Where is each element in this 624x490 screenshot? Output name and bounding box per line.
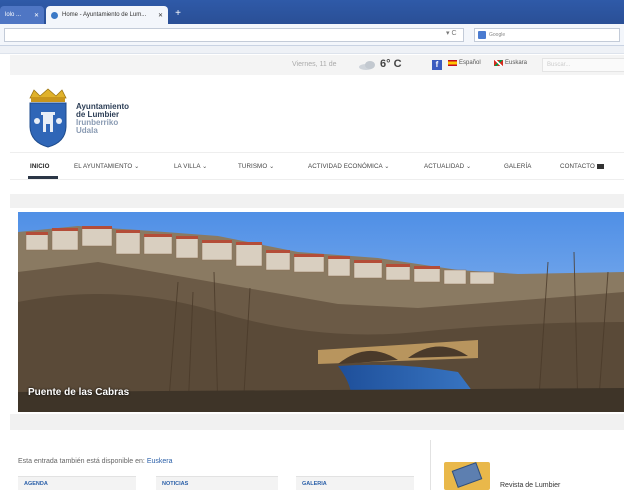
logo-text[interactable]: Ayuntamiento de Lumbier Irunberriko Udal… (76, 103, 129, 135)
logo-line: Udala (76, 126, 98, 135)
search-placeholder: Buscar... (547, 62, 571, 68)
temperature: 6° C (380, 58, 402, 70)
nav-label: EL AYUNTAMIENTO (74, 163, 133, 170)
nav-item-villa[interactable]: LA VILLA ⌄ (174, 163, 207, 170)
language-notice: Esta entrada también está disponible en:… (18, 458, 173, 465)
nav-item-ayuntamiento[interactable]: EL AYUNTAMIENTO ⌄ (74, 163, 139, 170)
nav-label: LA VILLA (174, 163, 201, 170)
site-search-input[interactable]: Buscar... ⚲ (542, 58, 624, 72)
new-tab-button[interactable]: + (172, 8, 184, 20)
language-label: Euskara (505, 60, 528, 66)
book-icon (451, 462, 483, 488)
nav-label: TURISMO (238, 163, 268, 170)
box-title: AGENDA (24, 481, 48, 487)
search-engine-icon[interactable] (478, 31, 486, 39)
envelope-icon (596, 163, 604, 169)
browser-tab[interactable]: lolo ... ✕ (0, 6, 44, 24)
agenda-box[interactable]: AGENDA (18, 476, 136, 490)
language-label: Español (459, 60, 481, 66)
nav-label: ACTIVIDAD ECONÓMICA (308, 163, 383, 170)
separator-strip (10, 414, 624, 430)
box-title: NOTICIAS (162, 481, 189, 487)
nav-item-contacto[interactable]: CONTACTO (560, 163, 604, 170)
nav-label: ACTUALIDAD (424, 163, 465, 170)
date-text: Viernes, 11 de (292, 61, 337, 68)
column-divider (430, 440, 431, 490)
spain-flag-icon (448, 60, 457, 66)
tab-title: lolo ... (5, 12, 22, 18)
euskera-link[interactable]: Euskera (147, 458, 173, 465)
language-eu[interactable]: Euskara (494, 60, 527, 66)
browser-search-placeholder: Google (489, 32, 506, 38)
browser-tab-active[interactable]: Home - Ayuntamiento de Lum... ✕ (46, 6, 168, 24)
address-bar-area: ▾ C Google (0, 24, 624, 46)
nav-item-actividad[interactable]: ACTIVIDAD ECONÓMICA ⌄ (308, 163, 390, 170)
address-input[interactable] (4, 28, 464, 42)
hero-photo (18, 212, 624, 412)
coat-of-arms-logo[interactable] (26, 88, 70, 148)
box-title: GALERIA (302, 481, 327, 487)
cloud-icon (359, 61, 375, 70)
nav-item-turismo[interactable]: TURISMO ⌄ (238, 163, 274, 170)
hero-caption: Puente de las Cabras (28, 387, 130, 398)
reload-icon[interactable]: ▾ C (446, 29, 457, 37)
hero-slider[interactable]: Puente de las Cabras (18, 212, 624, 412)
main-navigation: INICIO EL AYUNTAMIENTO ⌄ LA VILLA ⌄ TURI… (10, 152, 624, 180)
chevron-down-icon: ⌄ (384, 163, 390, 170)
chevron-down-icon: ⌄ (134, 163, 140, 170)
noticias-box[interactable]: NOTICIAS (156, 476, 278, 490)
magazine-link[interactable]: Revista de Lumbier (500, 482, 560, 489)
active-nav-indicator (28, 176, 58, 179)
browser-tab-bar: lolo ... ✕ Home - Ayuntamiento de Lum...… (0, 0, 624, 24)
nav-label: CONTACTO (560, 163, 595, 170)
facebook-icon[interactable]: f (432, 60, 442, 70)
nav-item-actualidad[interactable]: ACTUALIDAD ⌄ (424, 163, 471, 170)
bookmarks-bar (0, 46, 624, 54)
close-tab-icon[interactable]: ✕ (158, 12, 163, 19)
favicon-icon (51, 11, 58, 19)
language-es[interactable]: Español (448, 60, 481, 66)
tab-title: Home - Ayuntamiento de Lum... (62, 12, 147, 18)
notice-text: Esta entrada también está disponible en: (18, 458, 145, 465)
separator-strip (10, 194, 624, 208)
utility-bar: Viernes, 11 de 6° C f Español Euskara Bu… (10, 55, 624, 75)
chevron-down-icon: ⌄ (202, 163, 208, 170)
basque-flag-icon (494, 60, 503, 66)
nav-item-galeria[interactable]: GALERÍA (504, 163, 532, 170)
nav-item-inicio[interactable]: INICIO (30, 163, 50, 170)
chevron-down-icon: ⌄ (269, 163, 275, 170)
magazine-icon[interactable] (444, 462, 490, 490)
galeria-box[interactable]: GALERIA (296, 476, 414, 490)
chevron-down-icon: ⌄ (466, 163, 472, 170)
close-tab-icon[interactable]: ✕ (34, 12, 39, 19)
browser-search-box[interactable]: Google (474, 28, 620, 42)
